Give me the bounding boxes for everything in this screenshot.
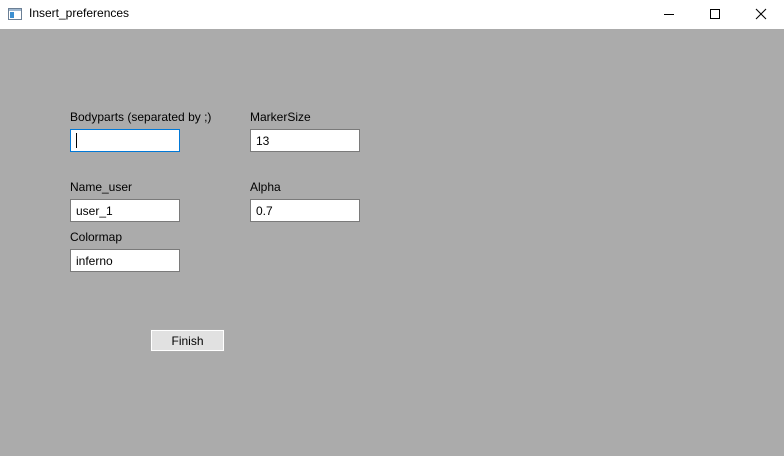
- marker-size-input[interactable]: [250, 129, 360, 152]
- app-window: Insert_preferences Bodyparts (separated …: [0, 0, 784, 456]
- maximize-icon: [710, 9, 720, 19]
- bodyparts-label: Bodyparts (separated by ;): [70, 110, 212, 124]
- name-user-input[interactable]: [70, 199, 180, 222]
- text-caret: [76, 133, 77, 148]
- minimize-button[interactable]: [646, 0, 692, 29]
- colormap-input[interactable]: [70, 249, 180, 272]
- colormap-label: Colormap: [70, 230, 123, 244]
- close-icon: [755, 8, 767, 20]
- marker-size-label: MarkerSize: [250, 110, 311, 124]
- alpha-label: Alpha: [250, 180, 281, 194]
- app-window-icon: [8, 7, 22, 20]
- minimize-icon: [664, 14, 674, 15]
- close-button[interactable]: [738, 0, 784, 29]
- maximize-button[interactable]: [692, 0, 738, 29]
- bodyparts-input[interactable]: [70, 129, 180, 152]
- alpha-input[interactable]: [250, 199, 360, 222]
- finish-button[interactable]: Finish: [150, 329, 225, 352]
- window-title: Insert_preferences: [29, 6, 130, 20]
- name-user-label: Name_user: [70, 180, 133, 194]
- title-bar[interactable]: Insert_preferences: [0, 0, 784, 29]
